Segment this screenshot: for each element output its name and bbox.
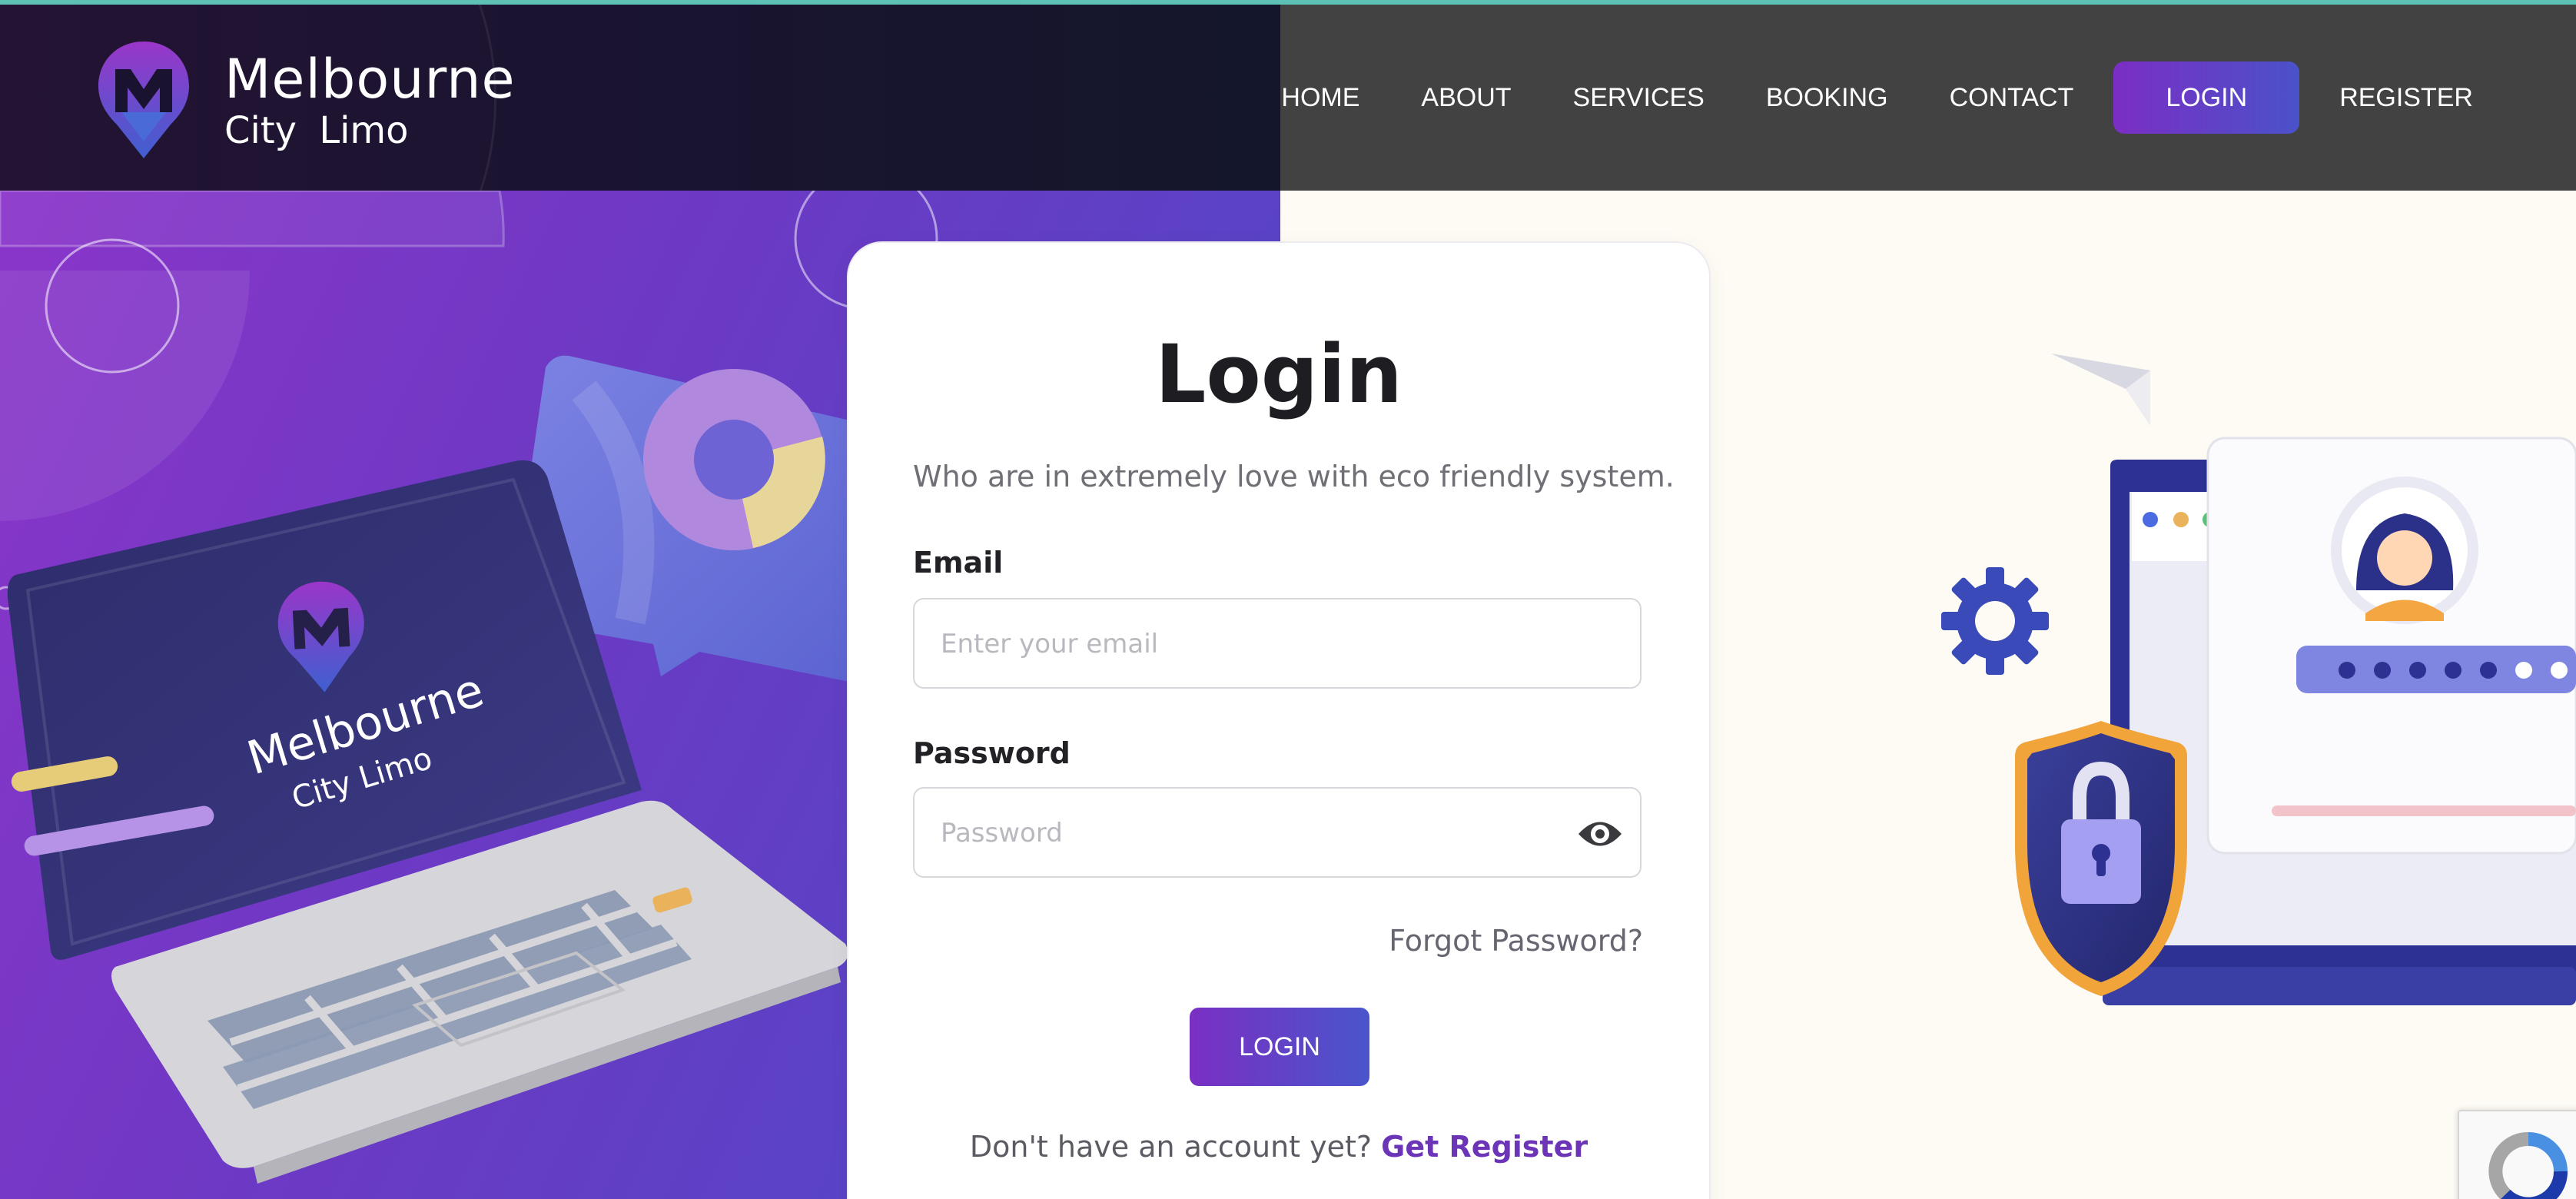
brand-subtitle: City Limo: [224, 109, 409, 152]
forgot-password-link[interactable]: Forgot Password?: [1389, 924, 1643, 958]
main-nav: HOME ABOUT SERVICES BOOKING CONTACT LOGI…: [1250, 5, 2504, 191]
login-title: Login: [1155, 327, 1403, 421]
nav-booking[interactable]: BOOKING: [1735, 83, 1919, 113]
get-register-link[interactable]: Get Register: [1381, 1130, 1588, 1164]
nav-register[interactable]: REGISTER: [2309, 83, 2504, 113]
header-nav-area: HOME ABOUT SERVICES BOOKING CONTACT LOGI…: [1280, 5, 2576, 191]
password-field-box: [913, 787, 1642, 878]
site-header: Melbourne City Limo HOME ABOUT SERVICES …: [0, 5, 2576, 191]
top-accent-line: [0, 0, 2576, 5]
logo-pin-icon: [98, 42, 189, 158]
brand-title: Melbourne: [224, 48, 516, 111]
login-card: Login Who are in extremely love with eco…: [848, 243, 1709, 1199]
no-account-text: Don't have an account yet?: [969, 1130, 1373, 1164]
nav-services[interactable]: SERVICES: [1542, 83, 1735, 113]
login-subtitle: Who are in extremely love with eco frien…: [913, 460, 1675, 493]
login-submit-button[interactable]: LOGIN: [1190, 1008, 1369, 1086]
gear-icon: [1941, 567, 2049, 675]
header-brand-area: Melbourne City Limo: [0, 5, 1280, 191]
nav-contact[interactable]: CONTACT: [1919, 83, 2105, 113]
nav-about[interactable]: ABOUT: [1390, 83, 1542, 113]
paper-plane-icon: [2051, 354, 2150, 426]
eye-icon: [1578, 822, 1622, 846]
password-label: Password: [913, 736, 1071, 770]
recaptcha-icon: [2488, 1131, 2568, 1199]
password-visibility-toggle[interactable]: [1577, 813, 1623, 855]
nav-login[interactable]: LOGIN: [2113, 61, 2300, 134]
email-field-box: [913, 598, 1642, 689]
page: Melbourne City Limo HOME ABOUT SERVICES …: [0, 0, 2576, 1199]
recaptcha-badge[interactable]: [2458, 1110, 2576, 1199]
email-label: Email: [913, 546, 1004, 580]
register-prompt: Don't have an account yet? Get Register: [848, 1130, 1709, 1164]
nav-home[interactable]: HOME: [1250, 83, 1390, 113]
email-field[interactable]: [939, 600, 1572, 689]
site-logo[interactable]: Melbourne City Limo: [94, 38, 524, 169]
password-field[interactable]: [939, 789, 1572, 878]
